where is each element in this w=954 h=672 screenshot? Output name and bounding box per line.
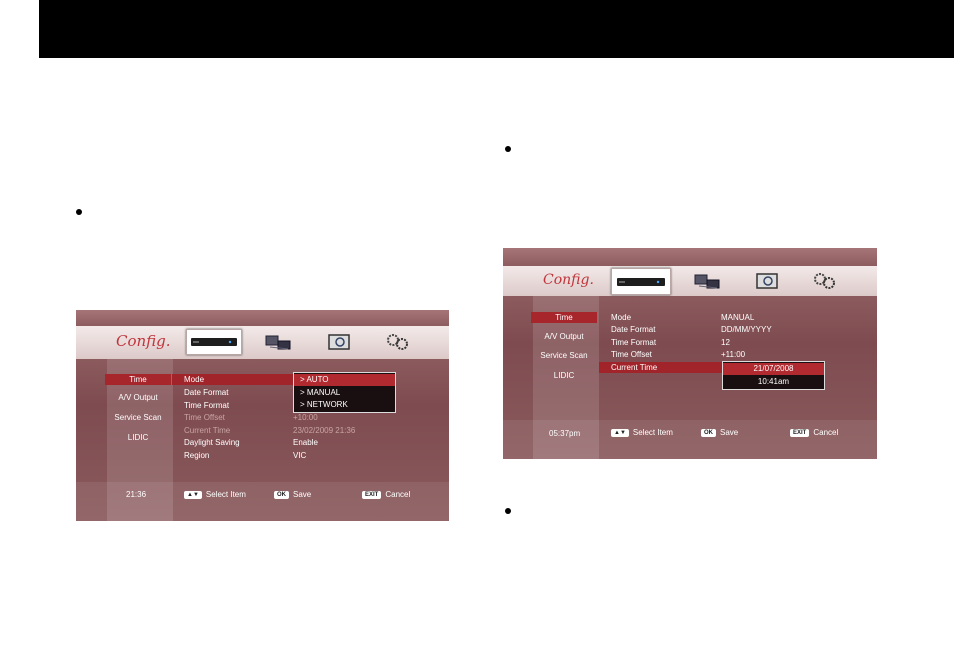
- row-mode-label[interactable]: Mode: [611, 313, 631, 322]
- row-current-time-label: Current Time: [184, 426, 231, 435]
- row-daylight-saving-value: Enable: [293, 438, 318, 447]
- row-date-format-value: DD/MM/YYYY: [721, 325, 772, 334]
- tab-settings-stb[interactable]: [186, 329, 242, 355]
- row-region-label[interactable]: Region: [184, 451, 209, 460]
- row-time-offset-value: +10:00: [293, 413, 318, 422]
- row-time-offset-label[interactable]: Time Offset: [611, 350, 652, 359]
- nav-item-lidic[interactable]: LIDIC: [105, 433, 171, 442]
- footer-save-hint: OK Save: [701, 428, 738, 437]
- arrow-keys-icon: ▲▼: [184, 490, 202, 499]
- dropdown-option-manual[interactable]: > MANUAL: [294, 387, 395, 399]
- tab-network[interactable]: [691, 269, 725, 293]
- media-icon: [756, 273, 778, 289]
- settings-gears-icon: [387, 334, 408, 350]
- nav-item-av-output[interactable]: A/V Output: [531, 332, 597, 341]
- tab-network[interactable]: [262, 330, 296, 354]
- nav-item-av-output[interactable]: A/V Output: [105, 393, 171, 402]
- footer-cancel-hint: EXIT Cancel: [790, 428, 838, 437]
- dropdown-option-network[interactable]: > NETWORK: [294, 399, 395, 411]
- media-icon: [328, 334, 350, 350]
- tab-settings-stb[interactable]: [611, 268, 671, 295]
- bullet: [505, 508, 511, 514]
- row-mode-label[interactable]: Mode: [184, 375, 204, 384]
- row-date-format-label[interactable]: Date Format: [611, 325, 655, 334]
- tab-system[interactable]: [382, 330, 412, 354]
- row-current-time-label[interactable]: Current Time: [611, 363, 657, 372]
- top-band: [503, 248, 877, 266]
- config-logo: Config.: [543, 272, 594, 288]
- footer-save-label: Save: [720, 428, 739, 437]
- nav-item-service-scan[interactable]: Service Scan: [531, 351, 597, 360]
- mode-dropdown: > AUTO > MANUAL > NETWORK: [293, 372, 396, 413]
- row-mode-value: MANUAL: [721, 313, 755, 322]
- footer-clock: 21:36: [126, 490, 147, 499]
- dropdown-option-auto[interactable]: > AUTO: [294, 374, 395, 386]
- ok-key-icon: OK: [701, 428, 716, 437]
- row-time-format-label[interactable]: Time Format: [611, 338, 656, 347]
- tab-media[interactable]: [324, 330, 354, 354]
- top-band: [76, 310, 449, 326]
- row-daylight-saving-label[interactable]: Daylight Saving: [184, 438, 240, 447]
- row-current-time-value: 23/02/2009 21:36: [293, 426, 356, 435]
- row-date-format-label[interactable]: Date Format: [184, 388, 228, 397]
- nav-item-time[interactable]: Time: [531, 312, 597, 323]
- bullet: [76, 209, 82, 215]
- exit-key-icon: EXIT: [790, 428, 810, 437]
- computer-network-icon: [694, 274, 720, 289]
- top-black-bar: [39, 0, 954, 58]
- footer-cancel-label: Cancel: [813, 428, 839, 437]
- tab-media[interactable]: [752, 269, 782, 293]
- settings-gears-icon: [814, 273, 835, 289]
- bullet: [505, 146, 511, 152]
- footer-cancel-hint: EXIT Cancel: [362, 490, 410, 499]
- footer-clock: 05:37pm: [549, 429, 581, 438]
- footer-select-label: Select Item: [632, 428, 673, 437]
- ok-key-icon: OK: [274, 490, 289, 499]
- nav-item-lidic[interactable]: LIDIC: [531, 371, 597, 380]
- row-time-offset-label: Time Offset: [184, 413, 225, 422]
- row-time-format-value: 12: [721, 338, 730, 347]
- tab-system[interactable]: [809, 269, 839, 293]
- config-logo: Config.: [116, 332, 171, 350]
- footer-select-hint: ▲▼ Select Item: [611, 428, 673, 437]
- config-screen-manual-time: Config. Time A/V Output Service Scan LID…: [503, 248, 877, 459]
- footer-save-hint: OK Save: [274, 490, 311, 499]
- computer-network-icon: [265, 335, 291, 350]
- footer-bar: [503, 420, 877, 459]
- footer-bar: [76, 482, 449, 521]
- time-input[interactable]: 10:41am: [723, 376, 824, 388]
- footer-select-label: Select Item: [205, 490, 246, 499]
- nav-item-service-scan[interactable]: Service Scan: [105, 413, 171, 422]
- row-time-format-label[interactable]: Time Format: [184, 401, 229, 410]
- nav-item-time[interactable]: Time: [105, 374, 171, 385]
- footer-save-label: Save: [293, 490, 312, 499]
- exit-key-icon: EXIT: [362, 490, 382, 499]
- footer-select-hint: ▲▼ Select Item: [184, 490, 246, 499]
- row-region-value: VIC: [293, 451, 307, 460]
- footer-cancel-label: Cancel: [385, 490, 411, 499]
- row-time-offset-value: +11:00: [721, 350, 746, 359]
- arrow-keys-icon: ▲▼: [611, 428, 629, 437]
- config-screen-mode: Config. Time A/V Output Service Scan LID…: [76, 310, 449, 521]
- date-input[interactable]: 21/07/2008: [723, 363, 824, 375]
- set-top-box-icon: [191, 338, 237, 346]
- set-top-box-icon: [617, 277, 665, 286]
- current-time-editor: 21/07/2008 10:41am: [722, 361, 825, 390]
